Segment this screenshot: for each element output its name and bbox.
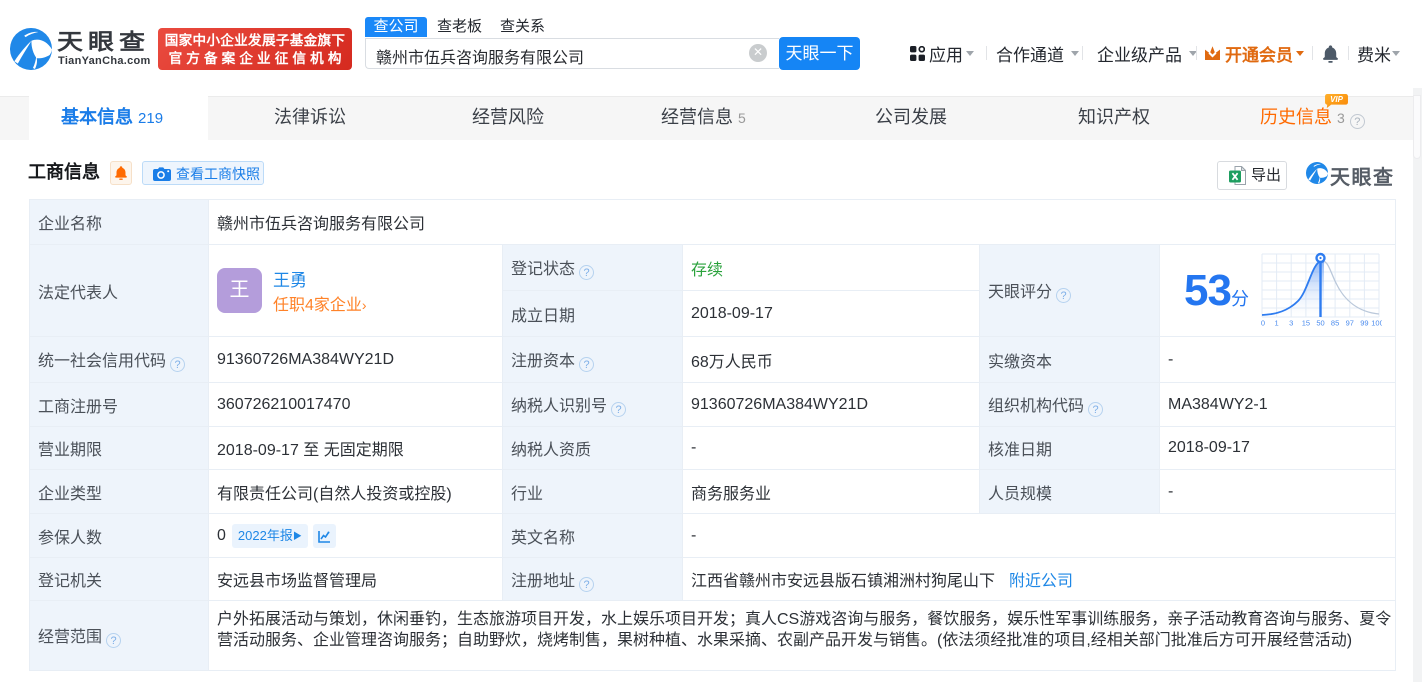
- svg-text:100: 100: [1371, 319, 1382, 328]
- svg-text:99: 99: [1360, 319, 1368, 328]
- svg-text:97: 97: [1346, 319, 1354, 328]
- svg-text:15: 15: [1302, 319, 1310, 328]
- svg-text:85: 85: [1331, 319, 1339, 328]
- svg-text:0: 0: [1261, 319, 1265, 328]
- svg-text:50: 50: [1316, 319, 1324, 328]
- svg-text:VIP: VIP: [1330, 95, 1343, 104]
- svg-text:1: 1: [1275, 319, 1279, 328]
- svg-text:3: 3: [1289, 319, 1293, 328]
